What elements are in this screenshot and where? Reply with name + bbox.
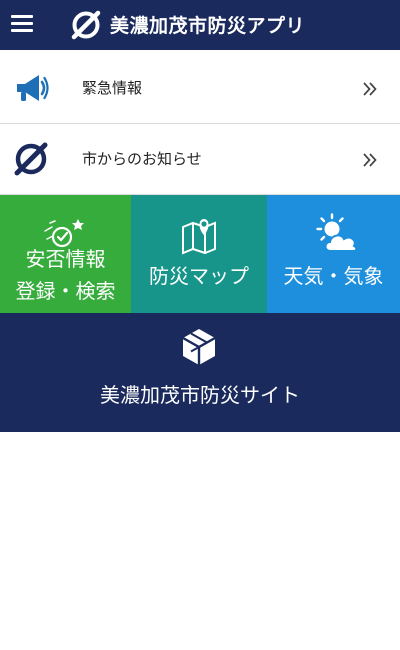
- tile-safety-confirmation[interactable]: 安否情報 登録・検索: [0, 195, 131, 313]
- map-pin-icon: [182, 219, 216, 255]
- disaster-site-link[interactable]: 美濃加茂市防災サイト: [0, 313, 400, 432]
- list-item-label: 緊急情報: [82, 79, 143, 97]
- tile-label: 防災マップ: [149, 264, 249, 288]
- tile-disaster-map[interactable]: 防災マップ: [131, 195, 267, 313]
- list-item-emergency-info[interactable]: 緊急情報: [0, 53, 400, 124]
- tile-label: 登録・検索: [15, 279, 116, 303]
- app-title: 美濃加茂市防災アプリ: [110, 15, 306, 37]
- tile-label: 天気・気象: [283, 264, 384, 288]
- app-bar: 美濃加茂市防災アプリ: [0, 0, 400, 50]
- list-item-city-notices[interactable]: 市からのお知らせ: [0, 124, 400, 195]
- sun-cloud-icon: [316, 213, 358, 252]
- double-chevron-right-icon: [363, 82, 377, 96]
- hamburger-menu-icon[interactable]: [11, 15, 33, 33]
- city-logo-icon: [14, 142, 48, 176]
- tile-weather[interactable]: 天気・気象: [267, 195, 400, 313]
- banner-label: 美濃加茂市防災サイト: [100, 383, 300, 407]
- city-logo-icon: [71, 10, 101, 40]
- double-chevron-right-icon: [363, 153, 377, 167]
- tile-label: 安否情報: [25, 247, 106, 271]
- list-item-label: 市からのお知らせ: [82, 150, 202, 168]
- megaphone-icon: [17, 75, 49, 101]
- disaster-site-logo-icon: [182, 329, 216, 365]
